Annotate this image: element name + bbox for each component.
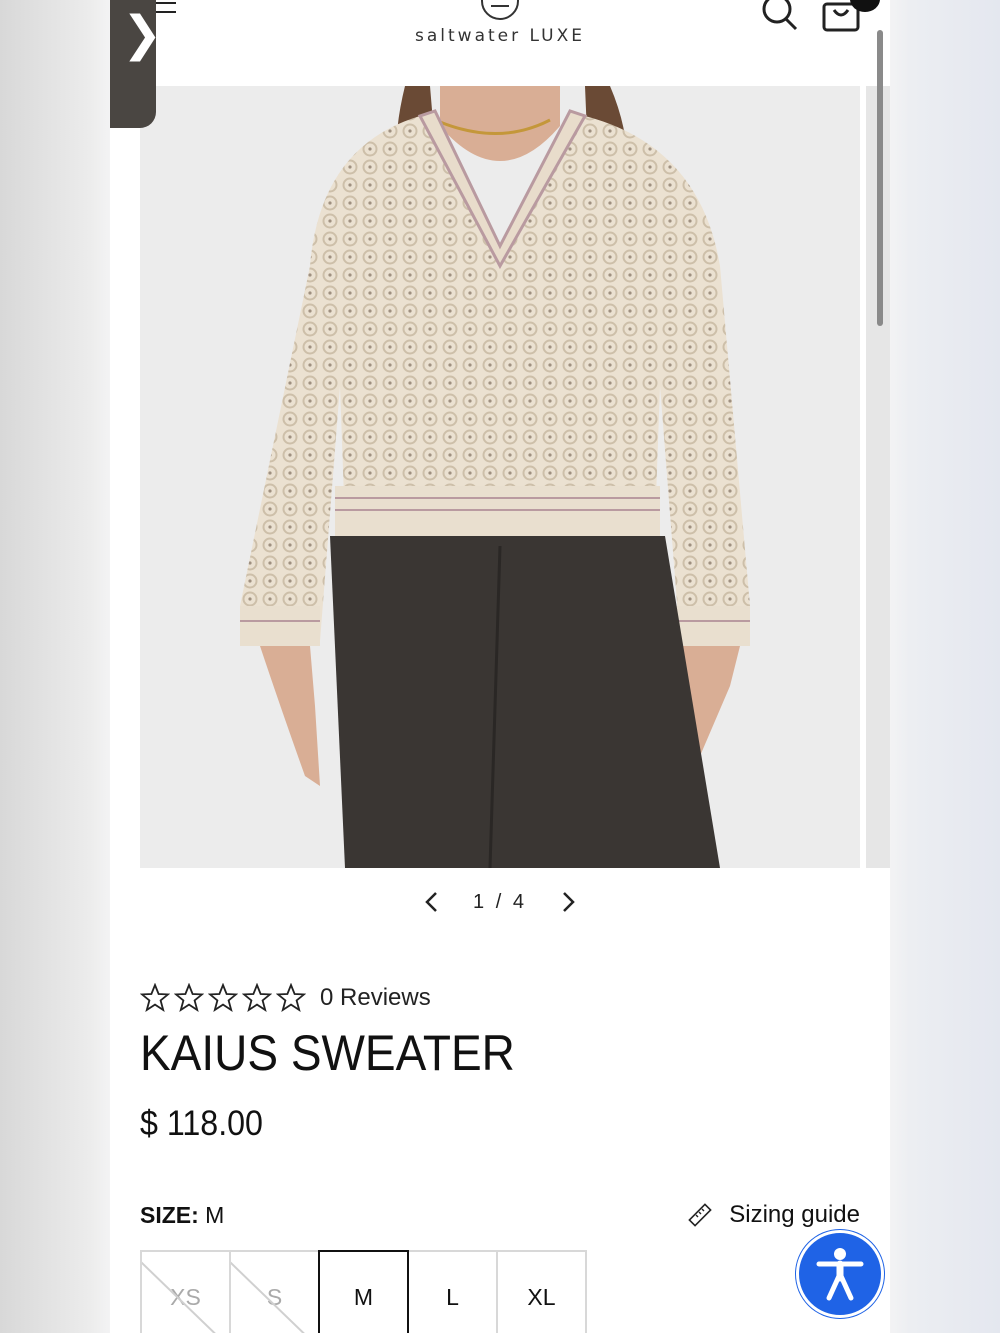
prev-arrow-icon[interactable] — [419, 889, 445, 915]
gallery-pagination: 1 / 4 — [110, 886, 890, 918]
reviews-count[interactable]: 0 Reviews — [320, 984, 431, 1012]
model-photo — [140, 86, 860, 868]
logo-circle-icon[interactable] — [481, 0, 519, 20]
star-icon — [242, 983, 272, 1013]
accessibility-button[interactable] — [796, 1230, 884, 1318]
size-option-m[interactable]: M — [318, 1250, 409, 1333]
site-header: saltwater LUXE — [110, 0, 890, 86]
side-drawer-tab[interactable]: ❯ — [110, 0, 162, 128]
gallery-counter: 1 / 4 — [473, 890, 527, 913]
star-rating — [140, 983, 306, 1013]
review-summary[interactable]: 0 Reviews — [140, 982, 431, 1014]
size-option-l[interactable]: L — [407, 1250, 498, 1333]
ruler-icon — [688, 1203, 712, 1227]
size-option-xs[interactable]: XS — [140, 1250, 231, 1333]
size-selector: XS S M L XL — [140, 1250, 587, 1333]
size-label-text: SIZE: — [140, 1201, 199, 1228]
size-option-s[interactable]: S — [229, 1250, 320, 1333]
star-icon — [208, 983, 238, 1013]
size-label: SIZE: M — [140, 1202, 224, 1229]
sizing-guide-link[interactable]: Sizing guide — [687, 1201, 860, 1229]
accessibility-person-icon — [816, 1248, 864, 1301]
size-header: SIZE: M Sizing guide — [140, 1200, 860, 1230]
page-scrollbar[interactable] — [877, 30, 883, 326]
selected-size-value: M — [205, 1201, 225, 1228]
size-option-xl[interactable]: XL — [496, 1250, 587, 1333]
product-price: $ 118.00 — [140, 1104, 263, 1143]
star-icon — [174, 983, 204, 1013]
product-image[interactable] — [140, 86, 860, 868]
star-icon — [140, 983, 170, 1013]
star-icon — [276, 983, 306, 1013]
product-title: KAIUS SWEATER — [140, 1025, 515, 1081]
next-arrow-icon[interactable] — [555, 889, 581, 915]
chevron-right-icon: ❯ — [122, 6, 163, 62]
sizing-guide-label: Sizing guide — [729, 1201, 860, 1228]
mobile-page: ❯ saltwater LUXE 1 / 4 0 Reviews KAIUS S… — [110, 0, 890, 1333]
search-icon[interactable] — [760, 0, 800, 34]
